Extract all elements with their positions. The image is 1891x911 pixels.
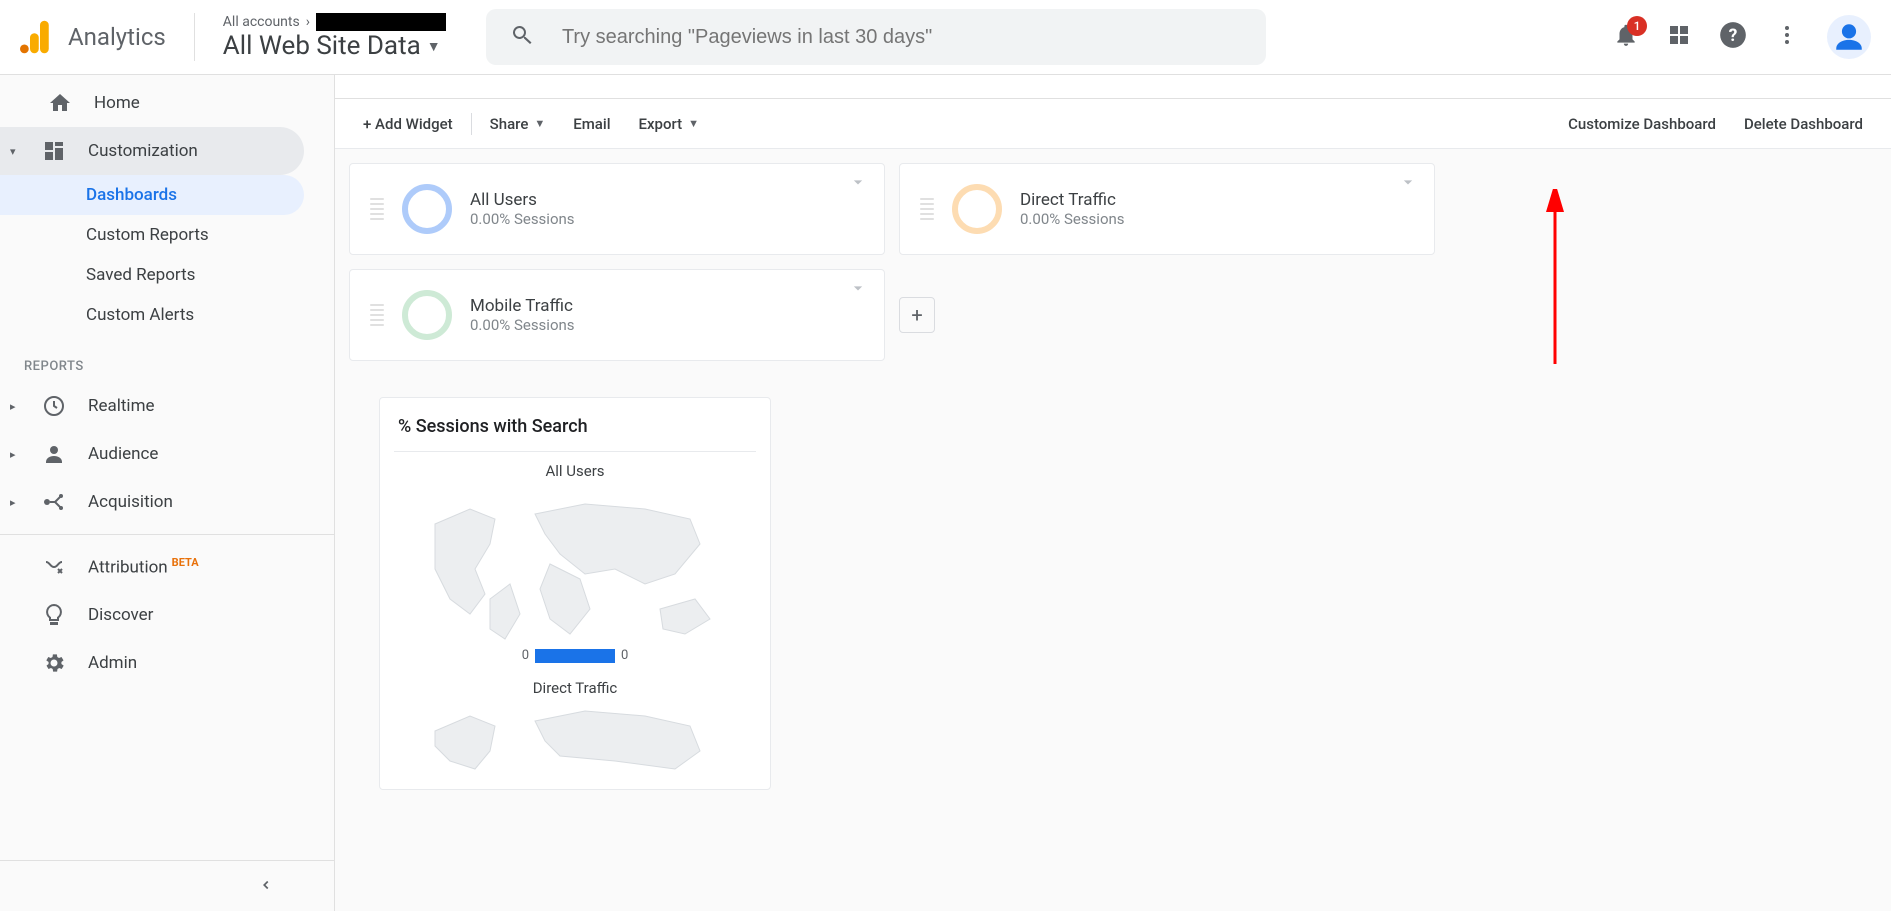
attribution-icon [42, 555, 66, 579]
acquisition-icon [42, 490, 66, 514]
segment-widget-direct-traffic[interactable]: Direct Traffic 0.00% Sessions [899, 163, 1435, 255]
sidebar-sub-custom-reports[interactable]: Custom Reports [0, 215, 304, 255]
chevron-right-icon: ▸ [10, 496, 20, 509]
gradient-high: 0 [621, 648, 628, 663]
home-icon [48, 91, 72, 115]
analytics-logo-icon [20, 20, 50, 54]
sidebar-item-label: Acquisition [88, 492, 173, 512]
sidebar-sub-dashboards[interactable]: Dashboards [0, 175, 304, 215]
widget-subtitle: 0.00% Sessions [1020, 210, 1125, 228]
sidebar-item-attribution[interactable]: ▸ AttributionBETA [0, 543, 334, 591]
sidebar-item-audience[interactable]: ▸ Audience [0, 430, 334, 478]
widget-title: All Users [470, 190, 575, 210]
gradient-low: 0 [522, 648, 529, 663]
chevron-right-icon: ▸ [10, 400, 20, 413]
widget-subtitle: 0.00% Sessions [470, 210, 575, 228]
sidebar: ▸ Home ▾ Customization Dashboards Custom… [0, 75, 335, 911]
reports-section-label: REPORTS [0, 335, 334, 382]
gear-icon [42, 651, 66, 675]
brand-text: Analytics [68, 23, 166, 51]
breadcrumb-caret: › [306, 14, 310, 30]
sidebar-item-discover[interactable]: ▸ Discover [0, 591, 334, 639]
share-button[interactable]: Share▼ [476, 115, 560, 133]
notification-badge: 1 [1627, 16, 1647, 36]
segment-widget-mobile-traffic[interactable]: Mobile Traffic 0.00% Sessions [349, 269, 885, 361]
search-bar[interactable] [486, 9, 1266, 65]
lightbulb-icon [42, 603, 66, 627]
beta-badge: BETA [172, 556, 199, 569]
sidebar-item-label: Home [94, 93, 140, 113]
sidebar-item-label: Realtime [88, 396, 155, 416]
widget-title: Mobile Traffic [470, 296, 575, 316]
segment-widget-all-users[interactable]: All Users 0.00% Sessions [349, 163, 885, 255]
world-map-icon [415, 701, 735, 771]
map-label-all-users: All Users [394, 462, 756, 480]
segment-ring-icon [952, 184, 1002, 234]
sidebar-sub-custom-alerts[interactable]: Custom Alerts [0, 295, 304, 335]
property-name: All Web Site Data [223, 31, 421, 61]
user-avatar[interactable] [1827, 15, 1871, 59]
search-icon [510, 23, 534, 51]
sessions-with-search-panel: % Sessions with Search All Users 0 0 [379, 397, 771, 790]
sidebar-item-label: AttributionBETA [88, 556, 199, 578]
add-segment-button[interactable]: + [899, 297, 935, 333]
brand: Analytics [20, 13, 195, 61]
chevron-down-icon: ▼ [427, 38, 441, 55]
sidebar-item-customization[interactable]: ▾ Customization [0, 127, 304, 175]
collapse-sidebar-button[interactable] [248, 867, 284, 903]
sidebar-item-label: Audience [88, 444, 158, 464]
email-button[interactable]: Email [559, 115, 624, 133]
sidebar-item-label: Discover [88, 605, 153, 625]
search-input[interactable] [562, 26, 1242, 49]
header-actions: 1 ? [1613, 15, 1871, 59]
chevron-down-icon[interactable] [848, 278, 868, 302]
sidebar-item-acquisition[interactable]: ▸ Acquisition [0, 478, 334, 526]
account-name-redacted [316, 13, 446, 31]
widget-title: Direct Traffic [1020, 190, 1125, 210]
sidebar-item-label: Admin [88, 653, 137, 673]
segment-ring-icon [402, 184, 452, 234]
drag-handle-icon[interactable] [370, 198, 384, 220]
customize-dashboard-button[interactable]: Customize Dashboard [1554, 115, 1730, 133]
dashboard-toolbar: + Add Widget Share▼ Email Export▼ Custom… [335, 99, 1891, 149]
sidebar-item-admin[interactable]: ▸ Admin [0, 639, 334, 687]
gradient-bar-icon [535, 649, 615, 663]
world-map-icon [415, 484, 735, 644]
app-header: Analytics All accounts › All Web Site Da… [0, 0, 1891, 75]
sidebar-sub-label: Saved Reports [86, 265, 195, 285]
sidebar-sub-label: Custom Reports [86, 225, 209, 245]
sidebar-sub-saved-reports[interactable]: Saved Reports [0, 255, 304, 295]
segment-ring-icon [402, 290, 452, 340]
chevron-down-icon[interactable] [848, 172, 868, 196]
help-button[interactable]: ? [1719, 21, 1747, 53]
chevron-down-icon: ▼ [688, 117, 699, 130]
more-button[interactable] [1775, 23, 1799, 51]
map-label-direct-traffic: Direct Traffic [394, 679, 756, 697]
sidebar-sub-label: Dashboards [86, 185, 177, 205]
chevron-down-icon: ▼ [534, 117, 545, 130]
sidebar-item-realtime[interactable]: ▸ Realtime [0, 382, 334, 430]
account-selector[interactable]: All accounts › All Web Site Data ▼ [195, 13, 446, 61]
chevron-down-icon[interactable] [1398, 172, 1418, 196]
user-icon [42, 442, 66, 466]
content-area: + Add Widget Share▼ Email Export▼ Custom… [335, 75, 1891, 911]
apps-button[interactable] [1667, 23, 1691, 51]
clock-icon [42, 394, 66, 418]
notifications-button[interactable]: 1 [1613, 22, 1639, 52]
widget-subtitle: 0.00% Sessions [470, 316, 575, 334]
drag-handle-icon[interactable] [370, 304, 384, 326]
svg-text:?: ? [1729, 26, 1738, 46]
panel-title: % Sessions with Search [394, 416, 756, 452]
dashboard-icon [42, 139, 66, 163]
delete-dashboard-button[interactable]: Delete Dashboard [1730, 115, 1877, 133]
export-button[interactable]: Export▼ [625, 115, 714, 133]
drag-handle-icon[interactable] [920, 198, 934, 220]
sidebar-item-home[interactable]: ▸ Home [0, 79, 304, 127]
all-accounts-label: All accounts [223, 14, 300, 30]
chevron-down-icon: ▾ [10, 145, 20, 158]
sidebar-sub-label: Custom Alerts [86, 305, 194, 325]
sidebar-item-label: Customization [88, 141, 198, 161]
add-widget-button[interactable]: + Add Widget [349, 115, 467, 133]
chevron-right-icon: ▸ [10, 448, 20, 461]
